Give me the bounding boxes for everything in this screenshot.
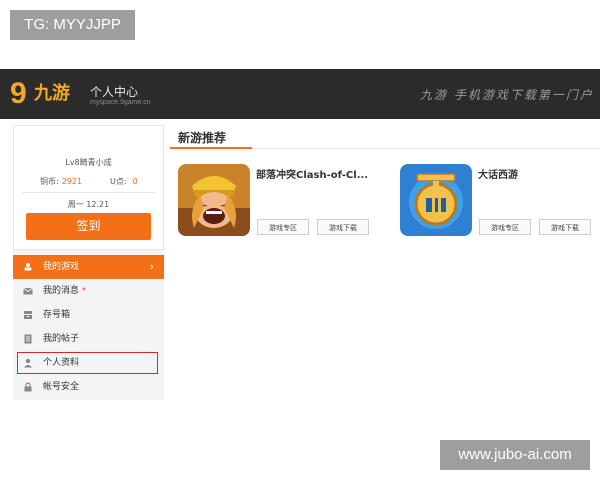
main-content: 新游推荐 部落冲突Clash-of-Cl... 游戏专区 游戏下载 大话西游 游…: [170, 125, 600, 400]
coin-balance: 铜币: 2921: [40, 176, 82, 187]
section-title-underline: [170, 147, 252, 149]
signin-button[interactable]: 签到: [26, 213, 151, 240]
logo-nine-icon: 9: [10, 77, 27, 110]
game-card: 部落冲突Clash-of-Cl... 游戏专区 游戏下载: [178, 164, 378, 239]
sidebar-item-account-security[interactable]: 帐号安全: [13, 375, 164, 399]
game-name[interactable]: 部落冲突Clash-of-Cl...: [256, 166, 368, 181]
sidebar: Lv8畸青小成 铜币: 2921 U点: 0 周一 12.21 签到 我的游戏 › …: [13, 125, 164, 400]
sidebar-item-label: 我的消息 *: [43, 286, 87, 296]
user-level: Lv8畸青小成: [65, 158, 112, 167]
watermark-bottom: www.jubo-ai.com: [440, 440, 590, 470]
sidebar-item-label: 个人资料: [43, 358, 80, 368]
logo-text: 九游: [34, 83, 70, 104]
sidebar-item-label: 存号箱: [43, 310, 71, 320]
game-download-button[interactable]: 游戏下载: [317, 219, 369, 235]
divider: [22, 192, 155, 193]
game-zone-button[interactable]: 游戏专区: [257, 219, 309, 235]
sidebar-item-my-messages[interactable]: 我的消息 *: [13, 279, 164, 303]
u-point-balance: U点: 0: [110, 176, 138, 187]
mail-icon: [23, 287, 33, 295]
sidebar-item-label: 我的游戏: [43, 262, 80, 272]
sidebar-item-my-posts[interactable]: 我的帖子: [13, 327, 164, 351]
sidebar-item-storage[interactable]: 存号箱: [13, 303, 164, 327]
game-download-button[interactable]: 游戏下载: [539, 219, 591, 235]
user-icon: [24, 358, 32, 368]
post-icon: [24, 334, 32, 344]
u-point-label: U点:: [110, 177, 127, 186]
coin-value: 2921: [61, 177, 83, 186]
u-point-value: 0: [132, 177, 138, 186]
header-slogan: 九游 手机游戏下载第一门户: [420, 88, 594, 102]
sidebar-item-profile[interactable]: 个人资料: [13, 351, 164, 375]
storage-icon: [24, 311, 32, 319]
profile-card: Lv8畸青小成 铜币: 2921 U点: 0 周一 12.21 签到: [13, 125, 164, 250]
signin-date: 周一 12.21: [67, 200, 110, 209]
game-name[interactable]: 大话西游: [478, 166, 518, 181]
coin-label: 铜币:: [40, 177, 59, 186]
game-card: 大话西游 游戏专区 游戏下载: [400, 164, 600, 239]
page-title: 个人中心: [90, 85, 139, 99]
sidebar-menu: 我的游戏 › 我的消息 * 存号箱 我的帖子 个人资料 帐号安全: [13, 255, 164, 399]
sidebar-item-label: 帐号安全: [43, 382, 80, 392]
sidebar-item-label: 我的帖子: [43, 334, 80, 344]
chevron-right-icon: ›: [149, 260, 154, 273]
game-zone-button[interactable]: 游戏专区: [479, 219, 531, 235]
sidebar-item-my-games[interactable]: 我的游戏 ›: [13, 255, 164, 279]
clash-of-clans-icon[interactable]: [178, 164, 250, 236]
game-icon: [24, 263, 32, 271]
watermark-top: TG: MYYJJPP: [10, 10, 135, 40]
section-title: 新游推荐: [178, 131, 227, 145]
site-logo[interactable]: 9 九游: [10, 77, 80, 110]
site-url: myspace.9game.cn: [90, 99, 151, 106]
site-header: 9 九游 个人中心 myspace.9game.cn 九游 手机游戏下载第一门户: [0, 69, 600, 119]
dahua-xiyou-icon[interactable]: [400, 164, 472, 236]
highlight-box: [17, 352, 158, 374]
message-badge: *: [82, 286, 87, 295]
lock-icon: [24, 382, 32, 392]
